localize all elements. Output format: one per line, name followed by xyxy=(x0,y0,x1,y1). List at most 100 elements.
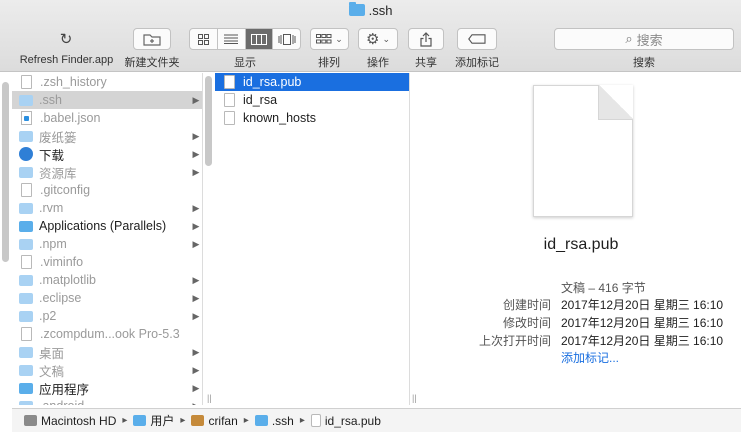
refresh-icon: ↻ xyxy=(59,31,73,48)
chevron-right-icon: ▶ xyxy=(190,401,202,406)
arrange-label: 排列 xyxy=(318,57,340,69)
file-row[interactable]: .android▶ xyxy=(12,397,202,405)
new-folder-button[interactable] xyxy=(133,28,171,50)
column-ssh: id_rsa.pub id_rsa known_hosts xyxy=(215,73,410,405)
file-name: 废纸篓 xyxy=(39,130,77,145)
path-crumb[interactable]: Macintosh HD xyxy=(24,414,116,428)
path-crumb[interactable]: .ssh xyxy=(254,414,294,428)
search-icon: ⌕ xyxy=(625,31,633,46)
file-row[interactable]: id_rsa.pub xyxy=(215,73,409,91)
folder-icon xyxy=(19,382,33,394)
file-name: 文稿 xyxy=(39,364,65,379)
chevron-down-icon: ⌄ xyxy=(335,33,343,44)
file-row[interactable]: .p2 ▶ xyxy=(12,307,202,325)
action-label: 操作 xyxy=(367,57,389,69)
path-crumb-label: crifan xyxy=(208,413,238,428)
file-name: 资源库 xyxy=(39,166,77,181)
column-home-scrollbar[interactable] xyxy=(205,76,212,166)
file-row[interactable]: .babel.json xyxy=(12,109,202,127)
file-icon xyxy=(224,75,235,89)
file-row[interactable]: 文稿 ▶ xyxy=(12,361,202,379)
file-row[interactable]: .matplotlib ▶ xyxy=(12,271,202,289)
column-home: .zsh_history .ssh ▶ .babel.json 废纸篓 ▶ 下载 ▶ 资源库 ▶.… xyxy=(12,73,203,405)
chevron-right-icon: ▸ xyxy=(299,415,305,426)
search-placeholder: 搜索 xyxy=(636,32,663,48)
icon-grid-icon xyxy=(197,33,209,45)
file-row[interactable]: 废纸篓 ▶ xyxy=(12,127,202,145)
gallery-view-button[interactable] xyxy=(273,29,300,49)
file-row[interactable]: id_rsa xyxy=(215,91,409,109)
folder-icon xyxy=(19,274,33,286)
arrange-button[interactable]: ⌄ xyxy=(310,28,349,50)
file-name: .p2 xyxy=(39,309,57,323)
sidebar-scrollbar[interactable] xyxy=(2,82,9,262)
users-folder-icon xyxy=(133,415,147,426)
column-resize-handle[interactable]: || xyxy=(207,393,212,403)
icon-view-button[interactable] xyxy=(190,29,218,49)
add-tags-link[interactable]: 添加标记... xyxy=(561,349,619,366)
file-row[interactable]: .gitconfig xyxy=(12,181,202,199)
file-name: 应用程序 xyxy=(39,382,90,397)
chevron-right-icon: ▶ xyxy=(192,346,200,357)
column-resize-handle[interactable]: || xyxy=(412,393,417,403)
preview-filename: id_rsa.pub xyxy=(543,236,619,253)
file-icon xyxy=(310,414,321,427)
column-view-button[interactable] xyxy=(245,29,274,49)
home-icon xyxy=(191,415,205,426)
share-icon xyxy=(420,31,432,47)
vscode-file-icon xyxy=(21,111,32,125)
disk-icon xyxy=(24,415,37,426)
folder-icon xyxy=(19,202,33,214)
folder-icon xyxy=(19,400,33,405)
file-row[interactable]: Applications (Parallels) ▶ xyxy=(12,217,202,235)
folder-icon xyxy=(19,364,33,376)
file-row[interactable]: .eclipse ▶ xyxy=(12,289,202,307)
file-row[interactable]: .ssh ▶ xyxy=(12,91,202,109)
refresh-label: Refresh Finder.app xyxy=(19,54,114,66)
file-row[interactable]: 桌面 ▶ xyxy=(12,343,202,361)
file-icon xyxy=(224,111,235,125)
file-icon xyxy=(224,93,235,107)
file-icon xyxy=(21,183,32,197)
window-title-text: .ssh xyxy=(368,3,393,18)
file-name: id_rsa xyxy=(243,93,278,107)
refresh-button[interactable]: ↻ xyxy=(54,28,78,50)
path-crumb[interactable]: 用户 xyxy=(133,412,174,429)
file-row[interactable]: .rvm ▶ xyxy=(12,199,202,217)
action-button[interactable]: ⚙ ⌄ xyxy=(358,28,398,50)
file-icon xyxy=(21,327,32,341)
file-row[interactable]: .npm ▶ xyxy=(12,235,202,253)
list-view-button[interactable] xyxy=(218,29,246,49)
file-row[interactable]: known_hosts xyxy=(215,109,409,127)
file-name: .npm xyxy=(39,237,67,251)
folder-icon xyxy=(254,415,268,426)
chevron-right-icon: ▶ xyxy=(192,310,200,321)
folder-icon xyxy=(19,94,33,106)
chevron-right-icon: ▶ xyxy=(192,274,200,285)
path-crumb[interactable]: id_rsa.pub xyxy=(310,414,381,428)
file-row[interactable]: 资源库 ▶ xyxy=(12,163,202,181)
file-icon xyxy=(21,255,32,269)
chevron-right-icon: ▶ xyxy=(192,292,200,303)
last-opened-value: 2017年12月20日 星期三 16:10 xyxy=(561,334,724,348)
file-row[interactable]: 下载 ▶ xyxy=(12,145,202,163)
share-button[interactable] xyxy=(408,28,444,50)
toolbar: .ssh ↻ Refresh Finder.app 新建文件夹 显示 ⌄ 排列 … xyxy=(0,0,741,72)
file-row[interactable]: .zsh_history xyxy=(12,73,202,91)
file-name: .eclipse xyxy=(39,291,82,305)
file-row[interactable]: 应用程序 ▶ xyxy=(12,379,202,397)
file-name: .zcompdum...ook Pro-5.3 xyxy=(40,327,180,341)
file-row[interactable]: .viminfo xyxy=(12,253,202,271)
file-name: 下载 xyxy=(39,148,65,163)
file-name: known_hosts xyxy=(243,111,316,125)
add-tag-button[interactable] xyxy=(457,28,497,50)
file-name: Applications (Parallels) xyxy=(39,219,167,233)
chevron-right-icon: ▸ xyxy=(243,415,249,426)
file-row[interactable]: .zcompdum...ook Pro-5.3 xyxy=(12,325,202,343)
folder-icon xyxy=(19,166,33,178)
path-crumb[interactable]: crifan xyxy=(191,413,238,428)
chevron-right-icon: ▶ xyxy=(192,166,200,177)
folder-icon xyxy=(348,2,365,16)
folder-icon xyxy=(19,292,33,304)
search-field[interactable]: ⌕ 搜索 xyxy=(554,28,734,50)
